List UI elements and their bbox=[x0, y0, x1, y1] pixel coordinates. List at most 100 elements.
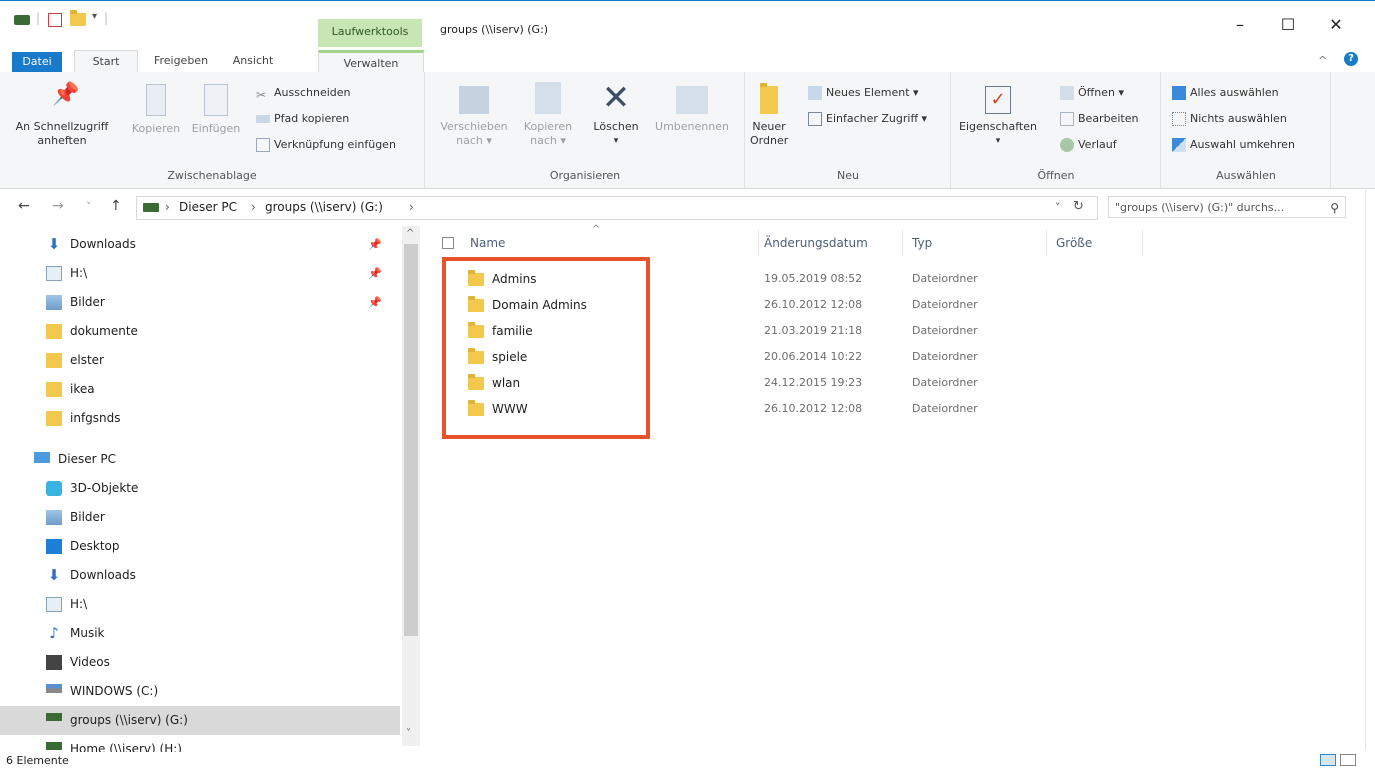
tab-ansicht[interactable]: Ansicht bbox=[222, 50, 284, 72]
edit-button[interactable]: Bearbeiten bbox=[1060, 110, 1138, 128]
recent-locations-button[interactable]: ˅ bbox=[86, 200, 92, 213]
file-type: Dateiordner bbox=[912, 376, 978, 389]
column-header-name[interactable]: Name bbox=[470, 232, 505, 254]
new-folder-button[interactable]: Neuer Ordner bbox=[750, 83, 789, 148]
cut-button[interactable]: ✂ Ausschneiden bbox=[256, 84, 351, 102]
nav-item[interactable]: Bilder 📌 bbox=[0, 288, 400, 317]
paste-button[interactable]: Einfügen bbox=[186, 84, 246, 136]
search-input[interactable]: "groups (\\iserv) (G:)" durchs... ⚲ bbox=[1108, 196, 1346, 218]
copy-to-label-1: Kopieren bbox=[523, 120, 573, 133]
nav-item[interactable]: ⬇ Downloads 📌 bbox=[0, 230, 400, 259]
new-item-icon bbox=[808, 86, 822, 100]
file-type: Dateiordner bbox=[912, 350, 978, 363]
maximize-button[interactable]: ☐ bbox=[1268, 13, 1308, 37]
back-button[interactable]: ← bbox=[18, 198, 30, 214]
rename-button[interactable]: Umbenennen bbox=[648, 86, 736, 134]
select-all-checkbox[interactable] bbox=[442, 237, 454, 249]
nav-item[interactable]: ♪ Musik bbox=[0, 619, 400, 648]
easy-access-button[interactable]: Einfacher Zugriff ▾ bbox=[808, 110, 927, 128]
properties-icon[interactable] bbox=[48, 13, 62, 27]
ribbon-tabs: Datei Start Freigeben Ansicht Verwalten … bbox=[0, 48, 1375, 75]
nav-item[interactable]: Dieser PC bbox=[0, 445, 400, 474]
tab-freigeben[interactable]: Freigeben bbox=[146, 50, 216, 72]
nav-item[interactable]: elster bbox=[0, 346, 400, 375]
minimize-button[interactable]: – bbox=[1220, 13, 1260, 37]
new-folder-icon bbox=[760, 83, 778, 114]
network-drive-icon bbox=[46, 713, 62, 721]
large-icons-view-icon[interactable] bbox=[1340, 754, 1356, 766]
copy-path-button[interactable]: Pfad kopieren bbox=[256, 110, 349, 128]
easy-access-icon bbox=[808, 112, 822, 126]
edit-label: Bearbeiten bbox=[1078, 112, 1139, 125]
pin-icon[interactable]: 📌 bbox=[368, 288, 382, 317]
new-item-button[interactable]: Neues Element ▾ bbox=[808, 84, 919, 102]
separator: | bbox=[104, 11, 109, 25]
folder-icon bbox=[46, 411, 62, 426]
nav-item[interactable]: infgsnds bbox=[0, 404, 400, 433]
invert-selection-button[interactable]: Auswahl umkehren bbox=[1172, 136, 1295, 154]
pin-icon[interactable]: 📌 bbox=[368, 259, 382, 288]
column-separator[interactable] bbox=[1046, 230, 1047, 256]
tab-datei[interactable]: Datei bbox=[12, 52, 62, 72]
select-none-button[interactable]: Nichts auswählen bbox=[1172, 110, 1287, 128]
address-dropdown-button[interactable]: ˅ bbox=[1055, 201, 1061, 214]
nav-item-label: elster bbox=[70, 353, 104, 367]
column-header-type[interactable]: Typ bbox=[912, 232, 932, 254]
move-label-1: Verschieben bbox=[440, 120, 508, 133]
column-header-date[interactable]: Änderungsdatum bbox=[764, 232, 868, 254]
new-folder-label-2: Ordner bbox=[750, 134, 789, 147]
tab-start[interactable]: Start bbox=[74, 50, 138, 73]
column-separator[interactable] bbox=[758, 230, 759, 256]
pin-icon[interactable]: 📌 bbox=[368, 230, 382, 259]
refresh-button[interactable]: ↻ bbox=[1073, 199, 1084, 214]
nav-item[interactable]: 3D-Objekte bbox=[0, 474, 400, 503]
column-separator[interactable] bbox=[1142, 230, 1143, 256]
group-neu: Neuer Ordner Neues Element ▾ Einfacher Z… bbox=[746, 72, 951, 188]
details-view-icon[interactable] bbox=[1320, 754, 1336, 766]
nav-item[interactable]: Desktop bbox=[0, 532, 400, 561]
column-separator[interactable] bbox=[902, 230, 903, 256]
nav-item[interactable]: WINDOWS (C:) bbox=[0, 677, 400, 706]
nav-scrollbar-thumb[interactable] bbox=[404, 244, 418, 636]
new-folder-icon[interactable] bbox=[70, 10, 86, 26]
open-button[interactable]: Öffnen ▾ bbox=[1060, 84, 1124, 102]
nav-item[interactable]: Videos bbox=[0, 648, 400, 677]
scroll-up-icon[interactable]: ^ bbox=[406, 228, 414, 239]
delete-button[interactable]: ✕ Löschen ▾ bbox=[588, 81, 644, 148]
pin-quick-access-button[interactable]: 📌 An Schnellzugriff anheften bbox=[4, 84, 120, 148]
breadcrumb-groups[interactable]: groups (\\iserv) (G:) bbox=[265, 200, 383, 214]
nav-item-label: WINDOWS (C:) bbox=[70, 684, 159, 698]
nav-item[interactable]: groups (\\iserv) (G:) bbox=[0, 706, 400, 735]
path-icon bbox=[256, 115, 270, 123]
context-tab-laufwerktools: Laufwerktools bbox=[318, 19, 422, 47]
properties-check-icon: ✓ bbox=[985, 86, 1011, 114]
nav-item[interactable]: dokumente bbox=[0, 317, 400, 346]
address-bar[interactable]: › Dieser PC › groups (\\iserv) (G:) › ˅ … bbox=[136, 196, 1098, 220]
collapse-ribbon-button[interactable]: ^ bbox=[1318, 54, 1327, 67]
nav-item-label: Downloads bbox=[70, 568, 136, 582]
nav-item[interactable]: ikea bbox=[0, 375, 400, 404]
close-button[interactable]: ✕ bbox=[1316, 13, 1356, 37]
select-all-button[interactable]: Alles auswählen bbox=[1172, 84, 1279, 102]
properties-button[interactable]: ✓ Eigenschaften ▾ bbox=[958, 86, 1038, 148]
history-button[interactable]: Verlauf bbox=[1060, 136, 1117, 154]
copy-to-button[interactable]: Kopieren nach ▾ bbox=[516, 82, 580, 148]
nav-item[interactable]: H:\ bbox=[0, 590, 400, 619]
paste-shortcut-button[interactable]: Verknüpfung einfügen bbox=[256, 136, 396, 154]
copy-to-icon bbox=[535, 82, 561, 114]
copy-button[interactable]: Kopieren bbox=[128, 84, 184, 136]
nav-item-label: Musik bbox=[70, 626, 105, 640]
nav-item[interactable]: Bilder bbox=[0, 503, 400, 532]
nav-item-label: H:\ bbox=[70, 266, 88, 280]
help-button[interactable]: ? bbox=[1344, 52, 1358, 66]
scroll-down-icon[interactable]: ˅ bbox=[406, 728, 411, 739]
new-item-label: Neues Element ▾ bbox=[826, 86, 919, 99]
breadcrumb-dieser-pc[interactable]: Dieser PC bbox=[179, 200, 237, 214]
move-to-button[interactable]: Verschieben nach ▾ bbox=[434, 86, 514, 148]
nav-item[interactable]: ⬇ Downloads bbox=[0, 561, 400, 590]
nav-item[interactable]: H:\ 📌 bbox=[0, 259, 400, 288]
column-header-size[interactable]: Größe bbox=[1056, 232, 1092, 254]
quick-access-dropdown-icon[interactable]: ▾ bbox=[92, 11, 97, 22]
forward-button[interactable]: → bbox=[52, 198, 64, 214]
up-button[interactable]: ↑ bbox=[110, 198, 122, 214]
